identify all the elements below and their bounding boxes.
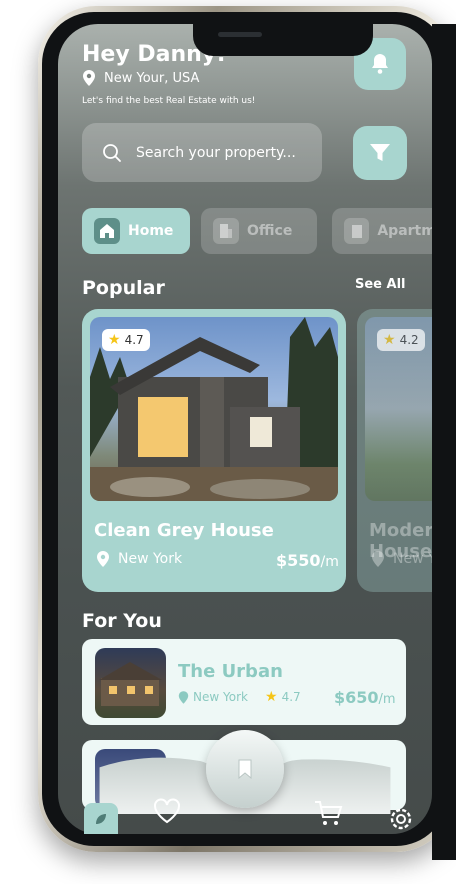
nav-cart-button[interactable]	[312, 798, 344, 828]
rating-badge: ★ 4.2	[377, 329, 425, 351]
nav-home-button[interactable]	[84, 803, 118, 834]
property-location: New York	[178, 690, 248, 704]
screen-edge-mask	[432, 300, 456, 600]
location-pin-icon	[178, 690, 189, 704]
tab-home[interactable]: Home	[82, 208, 190, 254]
screen-edge-mask	[432, 600, 456, 860]
bookmark-icon	[238, 759, 252, 779]
property-price: $550/m	[276, 551, 339, 570]
location-text: New York	[193, 690, 248, 704]
property-title: The Urban	[178, 661, 283, 682]
location-pin-icon	[372, 551, 384, 567]
speaker-grille	[218, 32, 262, 37]
price-value: $550	[276, 551, 321, 570]
property-title: Clean Grey House	[94, 520, 274, 541]
rating-value: 4.2	[399, 333, 419, 347]
bookmark-fab-button[interactable]	[206, 730, 284, 808]
tab-office-label: Office	[247, 223, 293, 239]
price-unit: /m	[320, 554, 339, 570]
property-location: New York	[96, 551, 182, 567]
for-you-item-the-urban[interactable]: The Urban New York ★ 4.7 $650/m	[82, 639, 406, 725]
heart-icon	[154, 798, 180, 824]
cart-icon	[315, 801, 343, 825]
rating-value: 4.7	[281, 690, 301, 704]
rating-value: 4.7	[124, 333, 144, 347]
price-value: $650	[334, 688, 379, 707]
nav-settings-button[interactable]	[386, 804, 416, 834]
home-icon	[94, 218, 120, 244]
price-unit: /m	[378, 692, 396, 707]
see-all-link[interactable]: See All	[355, 277, 406, 292]
popular-card-clean-grey-house[interactable]: ★ 4.7 Clean Grey House New York $550/m	[82, 309, 346, 592]
tab-home-label: Home	[128, 223, 174, 239]
location-text: New Your, USA	[104, 70, 200, 86]
building-icon	[213, 218, 239, 244]
star-icon: ★	[383, 332, 396, 348]
settings-icon	[390, 808, 412, 830]
header-subtitle: Let's find the best Real Estate with us!	[82, 96, 256, 106]
star-icon: ★	[108, 332, 121, 348]
search-bar[interactable]	[82, 123, 322, 182]
star-icon: ★	[265, 689, 278, 705]
rating-badge: ★ 4.7	[102, 329, 150, 351]
apartment-icon	[344, 218, 370, 244]
filter-icon	[370, 144, 390, 161]
popular-heading: Popular	[82, 277, 165, 299]
search-icon	[103, 143, 121, 162]
location-text: New York	[118, 551, 183, 567]
nav-favorites-button[interactable]	[152, 796, 182, 826]
location-pin-icon	[97, 551, 109, 567]
property-thumbnail	[95, 648, 166, 718]
search-input[interactable]	[136, 144, 306, 161]
leaf-icon	[96, 813, 106, 824]
bell-icon	[372, 54, 388, 74]
location-pin-icon	[83, 70, 95, 86]
phone-notch	[193, 24, 373, 56]
property-rating: ★ 4.7	[265, 689, 301, 705]
filter-button[interactable]	[353, 126, 407, 180]
tab-office[interactable]: Office	[201, 208, 317, 254]
location-row[interactable]: New Your, USA	[82, 70, 199, 86]
for-you-heading: For You	[82, 610, 162, 632]
property-price: $650/m	[334, 688, 396, 707]
